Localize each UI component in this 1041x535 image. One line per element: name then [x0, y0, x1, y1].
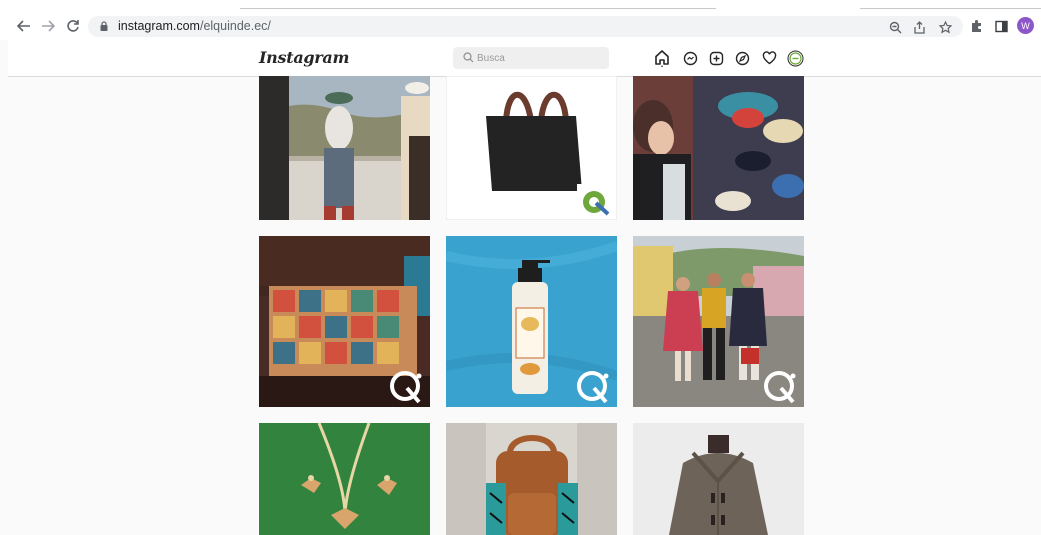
profile-avatar[interactable]: W — [1017, 17, 1034, 34]
sidepanel-icon — [994, 20, 1008, 32]
star-icon — [938, 20, 952, 34]
home-icon — [655, 50, 669, 67]
forward-button[interactable] — [37, 12, 59, 40]
post-tile[interactable] — [259, 236, 430, 407]
nav-activity[interactable] — [759, 48, 779, 68]
bookmark-button[interactable] — [936, 18, 954, 36]
post-tile[interactable] — [259, 423, 430, 535]
url-path: /elquinde.ec/ — [199, 19, 271, 33]
explore-icon — [735, 51, 749, 65]
back-button[interactable] — [13, 12, 35, 40]
share-button[interactable] — [910, 18, 928, 36]
post-image — [259, 76, 430, 220]
instagram-logo[interactable]: Instagram — [259, 48, 349, 67]
url-text: instagram.com/elquinde.ec/ — [118, 19, 271, 33]
heart-icon — [762, 51, 776, 65]
tab-strip — [0, 0, 1041, 12]
extensions-button[interactable] — [966, 16, 986, 36]
zoom-button[interactable] — [886, 18, 904, 36]
messenger-icon — [683, 51, 697, 65]
search-input[interactable] — [477, 50, 597, 66]
nav-messenger[interactable] — [680, 48, 700, 68]
post-image — [259, 236, 430, 407]
reload-button[interactable] — [62, 12, 84, 40]
new-post-icon — [709, 51, 723, 65]
post-tile[interactable] — [633, 236, 804, 407]
forward-arrow-icon — [42, 20, 55, 32]
url-host: instagram.com — [118, 19, 200, 33]
post-image — [633, 236, 804, 407]
search-icon — [463, 52, 474, 63]
reload-icon — [67, 20, 79, 32]
zoom-icon — [889, 21, 901, 33]
nav-home[interactable] — [652, 48, 672, 68]
nav-profile[interactable] — [785, 48, 805, 68]
nav-explore[interactable] — [732, 48, 752, 68]
side-panel-button[interactable] — [991, 16, 1011, 36]
share-icon — [913, 20, 925, 34]
post-image — [446, 236, 617, 407]
post-tile[interactable] — [446, 423, 617, 535]
tab-divider — [860, 8, 1041, 9]
search-box[interactable] — [453, 47, 609, 69]
post-image — [633, 423, 804, 535]
post-tile[interactable] — [446, 76, 617, 220]
tab-divider — [240, 8, 716, 9]
post-image — [259, 423, 430, 535]
profile-initial: W — [1021, 20, 1030, 31]
post-image — [633, 76, 804, 220]
avatar-icon — [787, 50, 803, 66]
back-arrow-icon — [17, 20, 30, 32]
post-tile[interactable] — [259, 76, 430, 220]
post-image — [446, 423, 617, 535]
lock-icon — [100, 21, 108, 31]
post-tile[interactable] — [633, 423, 804, 535]
nav-new-post[interactable] — [706, 48, 726, 68]
instagram-header: Instagram — [8, 40, 1041, 77]
post-tile[interactable] — [633, 76, 804, 220]
extensions-icon — [972, 20, 981, 32]
post-image — [446, 76, 617, 220]
post-tile[interactable] — [446, 236, 617, 407]
page-margin — [0, 40, 8, 535]
address-bar[interactable]: instagram.com/elquinde.ec/ — [88, 16, 963, 37]
browser-toolbar: instagram.com/elquinde.ec/ — [0, 12, 1041, 40]
